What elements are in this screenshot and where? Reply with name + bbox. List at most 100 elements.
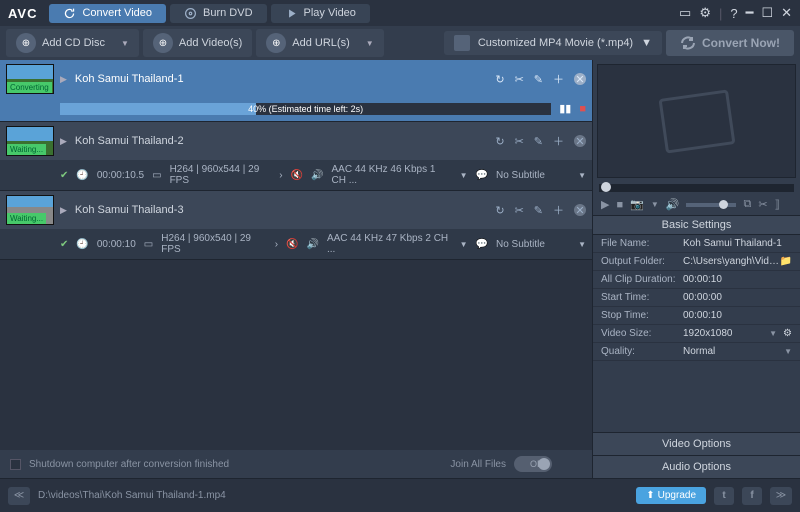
join-files-toggle[interactable] bbox=[514, 456, 552, 472]
play-icon[interactable]: ▶ bbox=[601, 198, 609, 211]
expand-icon[interactable]: ▶ bbox=[60, 74, 67, 85]
button-label: Convert Now! bbox=[702, 36, 780, 50]
chevron-down-icon[interactable]: ▼ bbox=[769, 329, 777, 338]
shutdown-checkbox[interactable] bbox=[10, 459, 21, 470]
edit-icon[interactable]: ✎ bbox=[534, 135, 543, 148]
speaker-icon[interactable]: 🔊 bbox=[311, 170, 323, 181]
video-codec-icon: ▭ bbox=[144, 239, 153, 250]
remove-icon[interactable]: ✕ bbox=[574, 135, 586, 147]
bracket-icon[interactable]: ⟧ bbox=[775, 198, 780, 211]
add-icon[interactable]: ＋ bbox=[553, 133, 564, 149]
convert-now-button[interactable]: Convert Now! bbox=[666, 30, 794, 56]
add-urls-button[interactable]: ⊕ Add URL(s) ▼ bbox=[256, 29, 383, 57]
cut-icon[interactable]: ✂ bbox=[515, 204, 524, 217]
seek-handle[interactable] bbox=[601, 182, 611, 192]
basic-settings-header: Basic Settings bbox=[593, 215, 800, 235]
expand-icon[interactable]: ▶ bbox=[60, 136, 67, 147]
video-codec: H264 | 960x540 | 29 FPS bbox=[161, 233, 266, 255]
maximize-icon[interactable]: ☐ bbox=[761, 5, 773, 21]
thumbnail: Waiting... bbox=[6, 126, 54, 156]
upgrade-button[interactable]: ⬆Upgrade bbox=[636, 487, 706, 504]
chevron-right-icon[interactable]: › bbox=[279, 170, 282, 181]
gear-icon[interactable]: ⚙ bbox=[783, 328, 792, 339]
duration: 00:00:10 bbox=[97, 239, 136, 250]
video-options-button[interactable]: Video Options bbox=[593, 432, 800, 455]
refresh-icon[interactable]: ↻ bbox=[495, 135, 504, 148]
stop-time-value[interactable]: 00:00:10 bbox=[683, 310, 792, 321]
film-placeholder-icon bbox=[658, 89, 735, 153]
chevron-down-icon[interactable]: ▼ bbox=[460, 240, 468, 249]
start-time-value[interactable]: 00:00:00 bbox=[683, 292, 792, 303]
video-row[interactable]: Converting ▶ Koh Samui Thailand-1 ↻ ✂ ✎ … bbox=[0, 60, 592, 122]
tab-play-video[interactable]: Play Video bbox=[271, 4, 370, 23]
chevron-down-icon[interactable]: ▼ bbox=[366, 39, 374, 48]
output-folder-value[interactable]: C:\Users\yangh\Videos... bbox=[683, 256, 780, 267]
tab-burn-dvd[interactable]: Burn DVD bbox=[170, 4, 267, 23]
link-icon[interactable]: ⧉ bbox=[743, 198, 751, 211]
check-icon[interactable]: ✔ bbox=[60, 239, 68, 250]
close-icon[interactable]: ✕ bbox=[781, 5, 792, 21]
add-cd-disc-button[interactable]: ⊕ Add CD Disc ▼ bbox=[6, 29, 139, 57]
video-row[interactable]: Waiting... ▶ Koh Samui Thailand-3 ↻ ✂ ✎ … bbox=[0, 191, 592, 260]
cut-icon[interactable]: ✂ bbox=[758, 198, 767, 211]
mute-icon[interactable]: 🔇 bbox=[286, 239, 298, 250]
tab-convert-video[interactable]: Convert Video bbox=[49, 4, 166, 23]
chevron-down-icon[interactable]: ▼ bbox=[460, 171, 468, 180]
mute-icon[interactable]: 🔇 bbox=[291, 170, 303, 181]
cut-icon[interactable]: ✂ bbox=[515, 73, 524, 86]
file-name-value[interactable]: Koh Samui Thailand-1 bbox=[683, 238, 792, 249]
minimize-icon[interactable]: ━ bbox=[746, 5, 754, 21]
prev-button[interactable]: ≪ bbox=[8, 487, 30, 505]
duration: 00:00:10.5 bbox=[97, 170, 144, 181]
refresh-icon[interactable]: ↻ bbox=[495, 204, 504, 217]
twitter-icon[interactable]: t bbox=[714, 487, 734, 505]
video-codec: H264 | 960x544 | 29 FPS bbox=[170, 164, 272, 186]
add-icon[interactable]: ＋ bbox=[553, 71, 564, 87]
status-badge: Converting bbox=[7, 82, 52, 93]
video-name: Koh Samui Thailand-2 bbox=[75, 135, 489, 147]
gear-icon[interactable]: ⚙ bbox=[699, 5, 711, 21]
volume-slider[interactable] bbox=[686, 203, 736, 207]
volume-icon[interactable]: 🔊 bbox=[666, 198, 680, 211]
edit-icon[interactable]: ✎ bbox=[534, 204, 543, 217]
seek-bar[interactable] bbox=[599, 184, 794, 192]
add-icon[interactable]: ＋ bbox=[553, 202, 564, 218]
add-videos-button[interactable]: ⊕ Add Video(s) bbox=[143, 29, 252, 57]
label: Quality: bbox=[601, 346, 683, 357]
audio-options-button[interactable]: Audio Options bbox=[593, 455, 800, 478]
facebook-icon[interactable]: f bbox=[742, 487, 762, 505]
chevron-down-icon[interactable]: ▼ bbox=[121, 39, 129, 48]
disc-icon bbox=[184, 7, 197, 20]
subtitle-select[interactable]: No Subtitle ▼ bbox=[496, 170, 586, 181]
chevron-down-icon[interactable]: ▼ bbox=[784, 347, 792, 356]
video-row[interactable]: Waiting... ▶ Koh Samui Thailand-2 ↻ ✂ ✎ … bbox=[0, 122, 592, 191]
status-badge: Waiting... bbox=[7, 144, 46, 155]
expand-icon[interactable]: ▶ bbox=[60, 205, 67, 216]
speaker-icon[interactable]: 🔊 bbox=[307, 239, 319, 250]
film-icon bbox=[454, 35, 470, 51]
progress-bar: 40% (Estimated time left: 2s) bbox=[60, 103, 551, 115]
folder-icon[interactable]: 📁 bbox=[780, 256, 792, 267]
chevron-right-icon[interactable]: › bbox=[275, 239, 278, 250]
pause-icon[interactable]: ▮▮ bbox=[559, 102, 571, 115]
next-button[interactable]: ≫ bbox=[770, 487, 792, 505]
video-size-select[interactable]: 1920x1080 bbox=[683, 328, 765, 339]
quality-select[interactable]: Normal bbox=[683, 346, 780, 357]
subtitle-select[interactable]: No Subtitle ▼ bbox=[496, 239, 586, 250]
stop-icon[interactable]: ■ bbox=[579, 103, 586, 115]
snapshot-icon[interactable]: 📷 bbox=[630, 198, 644, 211]
remove-icon[interactable]: ✕ bbox=[574, 204, 586, 216]
output-profile-select[interactable]: Customized MP4 Movie (*.mp4) ▼ bbox=[444, 31, 662, 55]
clock-icon: 🕘 bbox=[76, 239, 88, 250]
refresh-icon[interactable]: ↻ bbox=[495, 73, 504, 86]
edit-icon[interactable]: ✎ bbox=[534, 73, 543, 86]
tab-label: Convert Video bbox=[82, 7, 152, 19]
menu-icon[interactable]: ▭ bbox=[679, 5, 691, 21]
remove-icon[interactable]: ✕ bbox=[574, 73, 586, 85]
check-icon[interactable]: ✔ bbox=[60, 170, 68, 181]
thumbnail: Converting bbox=[6, 64, 54, 94]
help-icon[interactable]: ? bbox=[730, 6, 737, 21]
stop-icon[interactable]: ■ bbox=[616, 199, 623, 211]
cut-icon[interactable]: ✂ bbox=[515, 135, 524, 148]
play-icon bbox=[285, 7, 298, 20]
